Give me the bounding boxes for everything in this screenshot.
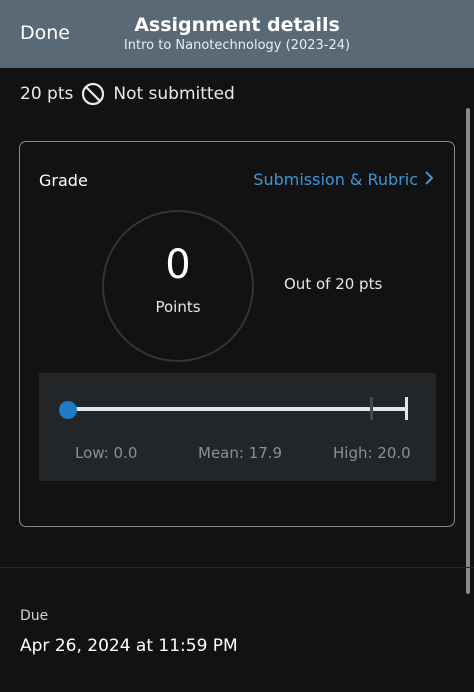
grade-stats-panel: Low: 0.0 Mean: 17.9 High: 20.0 (39, 373, 436, 481)
mean-marker (369, 397, 373, 420)
chevron-right-icon (424, 170, 434, 189)
score-value: 0 (165, 242, 191, 288)
not-submitted-icon (81, 82, 105, 106)
points-possible: 20 pts (20, 84, 74, 104)
nav-header: Done Assignment details Intro to Nanotec… (0, 0, 474, 68)
score-label: Points (155, 298, 201, 316)
out-of-label: Out of 20 pts (284, 275, 383, 293)
score-marker (59, 401, 77, 419)
section-divider (0, 567, 474, 568)
due-label: Due (20, 608, 49, 624)
score-circle: 0 Points (102, 210, 254, 362)
submission-rubric-label: Submission & Rubric (253, 170, 418, 189)
low-stat: Low: 0.0 (75, 444, 138, 462)
high-stat: High: 20.0 (333, 444, 411, 462)
grade-card: Grade Submission & Rubric 0 Points Out o… (19, 141, 455, 527)
mean-stat: Mean: 17.9 (198, 444, 283, 462)
submission-rubric-link[interactable]: Submission & Rubric (253, 170, 434, 189)
scrollbar[interactable] (466, 108, 470, 594)
grade-heading: Grade (39, 171, 88, 190)
assignment-status-row: 20 pts Not submitted (20, 82, 235, 106)
high-marker (405, 397, 408, 420)
page-title: Assignment details (134, 14, 340, 36)
course-subtitle: Intro to Nanotechnology (2023-24) (123, 38, 351, 53)
due-date: Apr 26, 2024 at 11:59 PM (20, 636, 238, 656)
submission-status: Not submitted (113, 84, 235, 104)
score-range-track (68, 407, 406, 411)
